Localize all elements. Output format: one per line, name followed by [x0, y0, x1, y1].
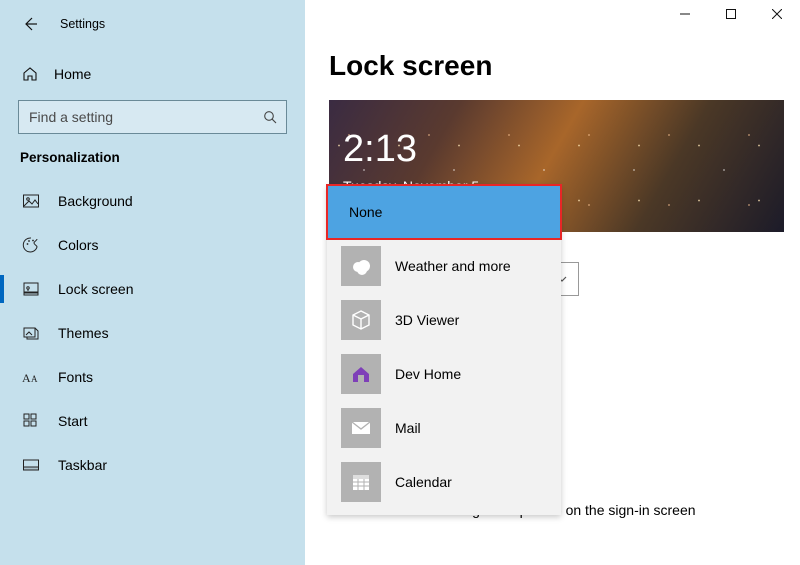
sidebar-item-colors[interactable]: Colors — [0, 223, 305, 267]
popup-item-label: Mail — [395, 420, 421, 436]
sidebar-item-taskbar[interactable]: Taskbar — [0, 443, 305, 487]
app-picker-popup: None Weather and more 3D Viewer Dev Home… — [327, 185, 561, 515]
dev-home-icon — [341, 354, 381, 394]
sidebar-item-lock-screen[interactable]: Lock screen — [0, 267, 305, 311]
popup-item-3d-viewer[interactable]: 3D Viewer — [327, 293, 561, 347]
sidebar-item-label: Colors — [58, 237, 98, 253]
sidebar-item-label: Themes — [58, 325, 109, 341]
start-icon — [22, 412, 40, 430]
popup-item-calendar[interactable]: Calendar — [327, 455, 561, 509]
cube-icon — [341, 300, 381, 340]
search-icon — [263, 110, 277, 124]
sidebar-item-label: Start — [58, 413, 88, 429]
sidebar-item-label: Fonts — [58, 369, 93, 385]
sidebar-item-background[interactable]: Background — [0, 179, 305, 223]
sidebar-item-home[interactable]: Home — [0, 56, 305, 92]
mail-icon — [341, 408, 381, 448]
popup-item-mail[interactable]: Mail — [327, 401, 561, 455]
search-wrap — [18, 100, 287, 134]
popup-item-label: Calendar — [395, 474, 452, 490]
search-input[interactable] — [18, 100, 287, 134]
sidebar-item-label: Home — [54, 66, 91, 82]
sidebar-item-label: Background — [58, 193, 133, 209]
sidebar: Settings Home Personalization Background… — [0, 0, 305, 565]
themes-icon — [22, 324, 40, 342]
preview-time: 2:13 — [343, 128, 417, 171]
weather-icon — [341, 246, 381, 286]
picture-icon — [22, 192, 40, 210]
back-button[interactable] — [18, 12, 42, 36]
svg-text:A: A — [22, 371, 31, 385]
taskbar-icon — [22, 456, 40, 474]
page-title: Lock screen — [329, 50, 776, 82]
lock-screen-icon — [22, 280, 40, 298]
popup-item-label: Weather and more — [395, 258, 511, 274]
sidebar-item-label: Lock screen — [58, 281, 133, 297]
svg-text:A: A — [31, 374, 38, 384]
sidebar-item-themes[interactable]: Themes — [0, 311, 305, 355]
popup-item-none[interactable]: None — [327, 185, 561, 239]
popup-item-dev-home[interactable]: Dev Home — [327, 347, 561, 401]
sidebar-item-start[interactable]: Start — [0, 399, 305, 443]
palette-icon — [22, 236, 40, 254]
popup-item-label: None — [349, 204, 382, 220]
sidebar-item-fonts[interactable]: AA Fonts — [0, 355, 305, 399]
calendar-icon — [341, 462, 381, 502]
popup-item-label: 3D Viewer — [395, 312, 459, 328]
sidebar-item-label: Taskbar — [58, 457, 107, 473]
fonts-icon: AA — [22, 368, 40, 386]
popup-item-label: Dev Home — [395, 366, 461, 382]
window-title: Settings — [60, 17, 105, 31]
popup-item-weather[interactable]: Weather and more — [327, 239, 561, 293]
sidebar-section-label: Personalization — [0, 146, 305, 179]
home-icon — [22, 66, 38, 82]
